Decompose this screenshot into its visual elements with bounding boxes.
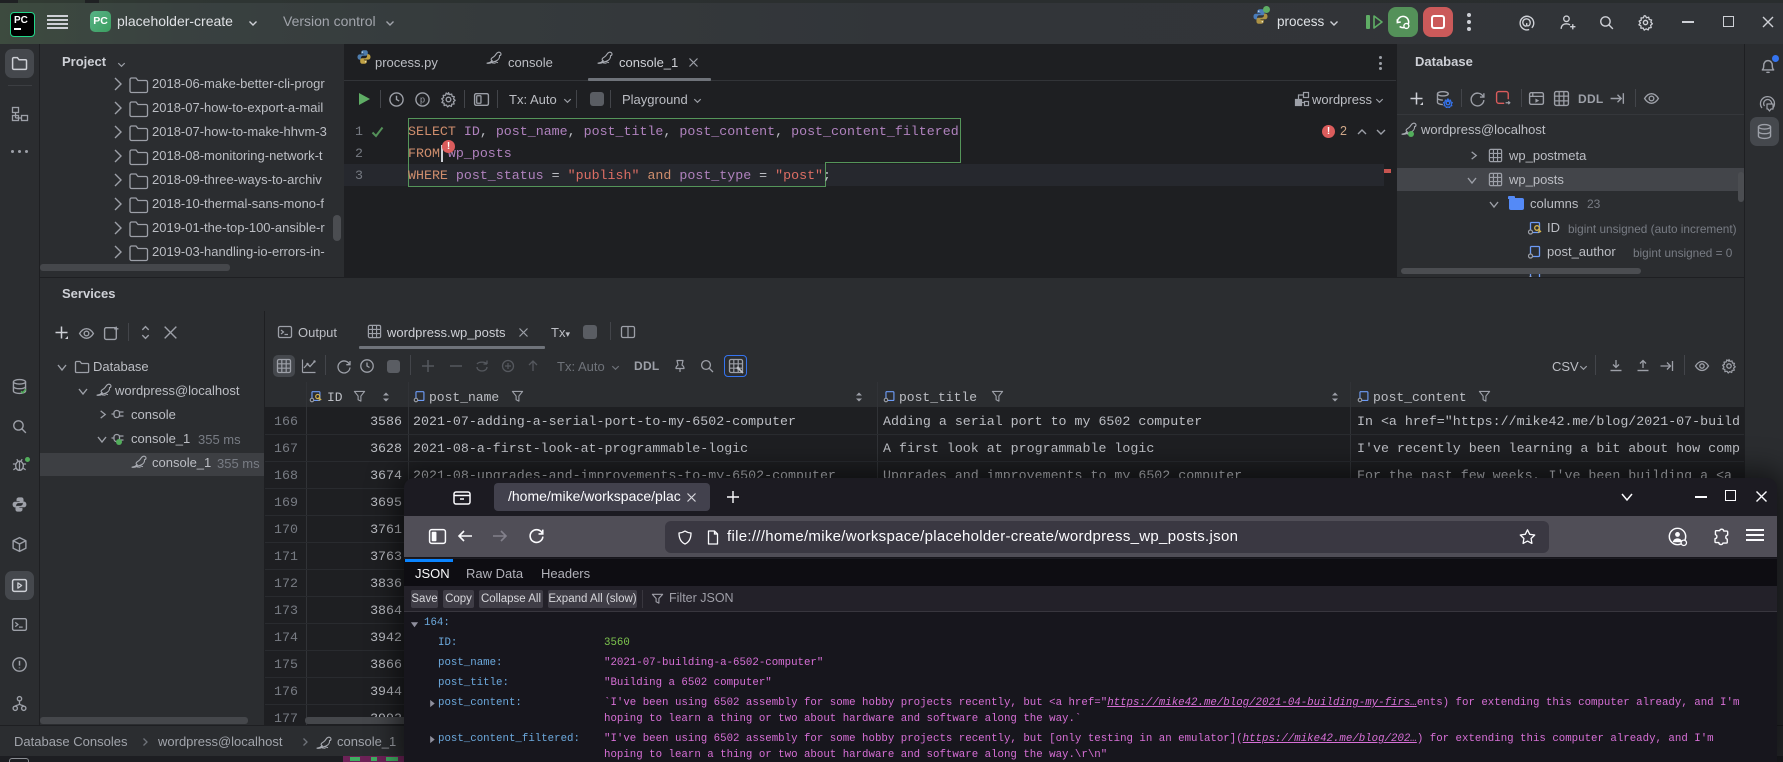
svg-text:p: p — [420, 95, 425, 105]
